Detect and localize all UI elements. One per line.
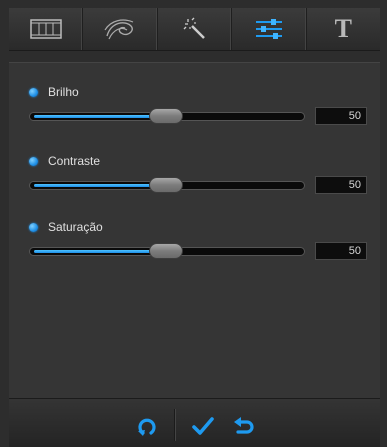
adjustments-panel: Brilho 50 Contraste 50 Saturação 50 [9, 62, 380, 399]
magic-wand-icon [183, 17, 205, 39]
saturation-value[interactable]: 50 [315, 242, 367, 260]
slider-thumb[interactable] [149, 177, 183, 193]
brightness-label: Brilho [48, 85, 79, 99]
adjustments-window: T Brilho 50 Contraste 50 Saturação 50 [0, 0, 387, 447]
tool-tabs: T [9, 8, 380, 51]
saturation-row: Saturação 50 [9, 218, 380, 268]
tab-adjust[interactable] [232, 8, 307, 50]
undo-icon [234, 417, 254, 434]
tab-film[interactable] [9, 8, 84, 50]
text-icon: T [334, 14, 352, 43]
tab-magic[interactable] [158, 8, 233, 50]
slider-thumb[interactable] [149, 243, 183, 259]
undo-button[interactable] [231, 413, 257, 439]
bullet-icon [29, 222, 38, 232]
slider-thumb[interactable] [149, 108, 183, 124]
bottom-toolbar [9, 398, 380, 447]
slider-fill [34, 184, 166, 187]
tab-text[interactable]: T [307, 8, 380, 50]
saturation-slider[interactable] [29, 243, 305, 259]
contrast-label: Contraste [48, 154, 101, 168]
toolbar-divider [174, 409, 175, 441]
contrast-row: Contraste 50 [9, 152, 380, 202]
tab-effects[interactable] [83, 8, 158, 50]
slider-fill [34, 250, 166, 253]
bullet-icon [29, 156, 38, 166]
reset-button[interactable] [134, 413, 160, 439]
swirl-effects-icon [104, 19, 134, 40]
apply-button[interactable] [190, 413, 216, 439]
contrast-value[interactable]: 50 [315, 176, 367, 194]
film-strip-icon [29, 19, 62, 39]
slider-fill [34, 115, 166, 118]
sliders-icon [255, 19, 282, 39]
rotate-icon [138, 418, 156, 436]
contrast-slider[interactable] [29, 177, 305, 193]
brightness-slider[interactable] [29, 108, 305, 124]
saturation-label: Saturação [48, 220, 103, 234]
bullet-icon [29, 87, 38, 97]
brightness-value[interactable]: 50 [315, 107, 367, 125]
brightness-row: Brilho 50 [9, 83, 380, 133]
checkmark-icon [192, 417, 214, 435]
